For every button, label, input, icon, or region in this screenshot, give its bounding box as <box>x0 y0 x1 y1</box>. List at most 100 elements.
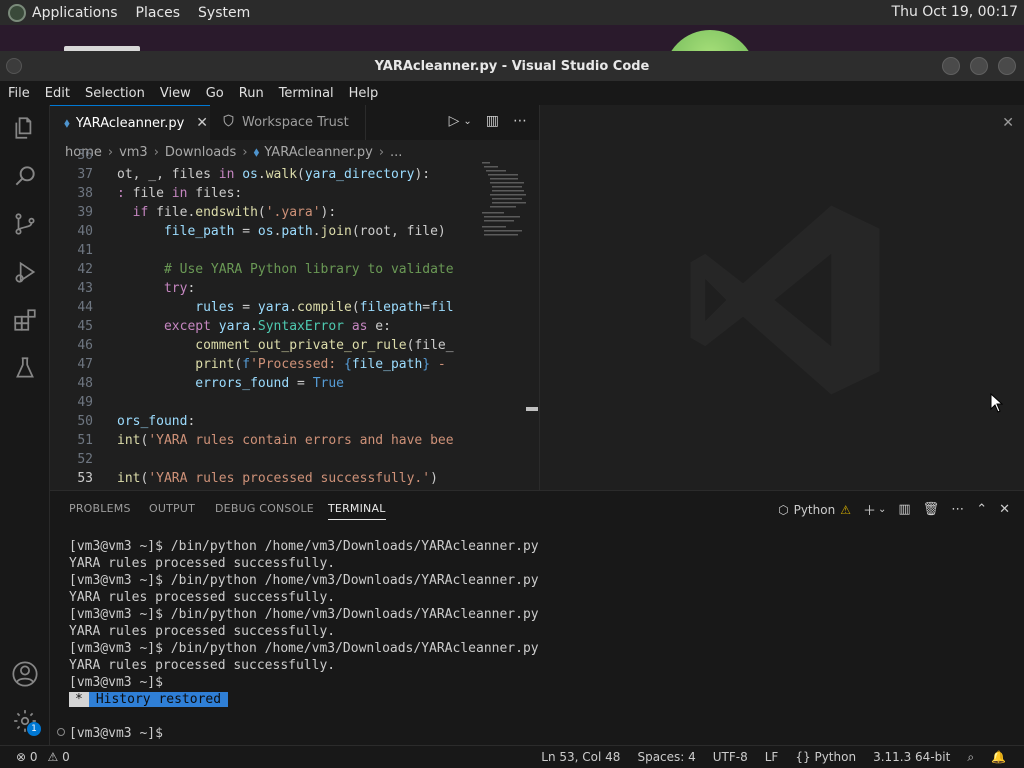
run-python-file-icon[interactable]: ▷ <box>449 113 460 131</box>
menu-go[interactable]: Go <box>198 86 231 101</box>
code-editor[interactable]: 36 37 ot, _, files in os.walk(yara_directo… <box>50 148 539 490</box>
more-actions-icon[interactable]: ⋯ <box>951 502 964 517</box>
menu-selection[interactable]: Selection <box>77 86 152 101</box>
terminal-line: [vm3@vm3 ~]$ /bin/python /home/vm3/Downl… <box>69 539 539 554</box>
terminal-line: [vm3@vm3 ~]$ /bin/python /home/vm3/Downl… <box>69 573 539 588</box>
close-window-button[interactable] <box>998 57 1016 75</box>
menu-view[interactable]: View <box>152 86 198 101</box>
new-terminal-icon[interactable]: ＋ <box>863 500 876 519</box>
tab-close-icon[interactable]: ✕ <box>196 115 208 131</box>
menu-terminal[interactable]: Terminal <box>271 86 341 101</box>
cursor-position[interactable]: Ln 53, Col 48 <box>541 750 620 764</box>
source-control-icon[interactable] <box>11 211 39 239</box>
run-dropdown-chevron-icon[interactable]: ⌄ <box>463 113 471 131</box>
line-number: 49 <box>77 395 93 410</box>
accounts-icon[interactable] <box>11 660 39 688</box>
notifications-bell-icon[interactable]: 🔔 <box>991 750 1006 764</box>
line-number: 44 <box>77 300 93 315</box>
tab-terminal[interactable]: TERMINAL <box>328 502 386 520</box>
code-text: except yara.SyntaxError as e: <box>163 319 391 334</box>
python-terminal-icon: ⬡ <box>778 502 789 517</box>
python-interpreter[interactable]: 3.11.3 64-bit <box>873 750 950 764</box>
warning-count: 0 <box>62 750 70 764</box>
menu-help[interactable]: Help <box>341 86 386 101</box>
trash-icon[interactable]: 🗑 <box>923 502 940 517</box>
error-icon: ⊗ 0 <box>16 750 38 764</box>
menu-edit[interactable]: Edit <box>37 86 77 101</box>
end-of-line[interactable]: LF <box>765 750 779 764</box>
maximize-button[interactable] <box>970 57 988 75</box>
manage-badge: 1 <box>27 722 41 736</box>
code-text: # Use YARA Python library to validate <box>163 262 454 277</box>
code-text: : file in files: <box>117 186 243 201</box>
menu-applications[interactable]: Applications <box>32 5 118 21</box>
split-editor-icon[interactable]: ▥ <box>486 113 499 131</box>
indentation[interactable]: Spaces: 4 <box>637 750 695 764</box>
problems-indicator[interactable]: ⊗ 0 ⚠ 0 <box>16 750 70 764</box>
clock[interactable]: Thu Oct 19, 00:17 <box>892 4 1018 20</box>
menu-places[interactable]: Places <box>136 5 181 21</box>
code-line: 50 ors_found: <box>50 414 539 433</box>
explorer-icon[interactable] <box>11 115 39 143</box>
panel-header: PROBLEMS OUTPUT DEBUG CONSOLE TERMINAL ⬡… <box>50 491 1024 527</box>
run-debug-icon[interactable] <box>11 259 39 287</box>
code-text: if file.endswith('.yara'): <box>132 205 337 220</box>
window-menu-button[interactable] <box>6 58 22 74</box>
code-line: 48 errors_found = True <box>50 376 539 395</box>
terminal-line: [vm3@vm3 ~]$ <box>69 675 163 690</box>
tab-output[interactable]: OUTPUT <box>149 502 195 515</box>
terminal-prompt: [vm3@vm3 ~]$ <box>69 726 163 741</box>
line-number: 41 <box>77 243 93 258</box>
terminal-line: YARA rules processed successfully. <box>69 590 336 605</box>
extensions-icon[interactable] <box>11 307 39 335</box>
terminal-output[interactable]: [vm3@vm3 ~]$ /bin/python /home/vm3/Downl… <box>57 539 1009 744</box>
testing-icon[interactable] <box>11 355 39 383</box>
manage-gear-icon[interactable]: 1 <box>11 708 41 736</box>
error-count: 0 <box>29 750 38 764</box>
line-number: 53 <box>77 471 93 486</box>
close-panel-icon[interactable]: ✕ <box>999 502 1010 517</box>
terminal-instance[interactable]: ⬡ Python ⚠ <box>778 503 851 517</box>
shield-icon <box>222 114 235 131</box>
split-terminal-icon[interactable]: ▥ <box>898 502 910 517</box>
command-decoration-icon[interactable] <box>57 728 65 736</box>
tab-workspace-trust[interactable]: Workspace Trust <box>210 105 366 140</box>
line-number: 36 <box>77 148 93 163</box>
line-number: 40 <box>77 224 93 239</box>
minimize-button[interactable] <box>942 57 960 75</box>
encoding[interactable]: UTF-8 <box>713 750 748 764</box>
line-number: 50 <box>77 414 93 429</box>
feedback-icon[interactable]: ⌕ <box>967 750 974 765</box>
line-number: 46 <box>77 338 93 353</box>
distro-logo-icon[interactable] <box>8 3 26 22</box>
code-line: 38 : file in files: <box>50 186 539 205</box>
window-titlebar[interactable]: YARAcleanner.py - Visual Studio Code <box>0 51 1024 81</box>
mouse-pointer-icon <box>990 393 1004 413</box>
vscode-watermark-icon <box>690 205 880 395</box>
editor-tabs: ⬧ YARAcleanner.py ✕ Workspace Trust ▷ ⌄ … <box>50 105 539 140</box>
code-line: 44 rules = yara.compile(filepath=fil <box>50 300 539 319</box>
more-actions-icon[interactable]: ⋯ <box>513 113 527 131</box>
terminal-dropdown-chevron-icon[interactable]: ⌄ <box>878 504 886 515</box>
code-line: 45 except yara.SyntaxError as e: <box>50 319 539 338</box>
menu-system[interactable]: System <box>198 5 250 21</box>
terminal-line: [vm3@vm3 ~]$ /bin/python /home/vm3/Downl… <box>69 607 539 622</box>
line-number: 38 <box>77 186 93 201</box>
code-line: 46 comment_out_private_or_rule(file_ <box>50 338 539 357</box>
terminal-line: [vm3@vm3 ~]$ /bin/python /home/vm3/Downl… <box>69 641 539 656</box>
line-number: 42 <box>77 262 93 277</box>
menu-run[interactable]: Run <box>231 86 271 101</box>
close-icon[interactable]: ✕ <box>1002 115 1014 131</box>
minimap[interactable] <box>480 160 528 280</box>
code-line: 36 <box>50 148 539 167</box>
tab-yaracleanner[interactable]: ⬧ YARAcleanner.py ✕ <box>50 105 210 140</box>
tab-debug-console[interactable]: DEBUG CONSOLE <box>215 502 314 515</box>
scrollbar-thumb[interactable] <box>526 407 538 411</box>
search-icon[interactable] <box>11 163 39 191</box>
maximize-panel-icon[interactable]: ⌃ <box>976 502 987 517</box>
tab-problems[interactable]: PROBLEMS <box>69 502 131 515</box>
code-text: int('YARA rules contain errors and have … <box>117 433 454 448</box>
bottom-panel: PROBLEMS OUTPUT DEBUG CONSOLE TERMINAL ⬡… <box>50 490 1024 745</box>
language-mode[interactable]: {} Python <box>795 750 856 764</box>
menu-file[interactable]: File <box>0 86 37 101</box>
